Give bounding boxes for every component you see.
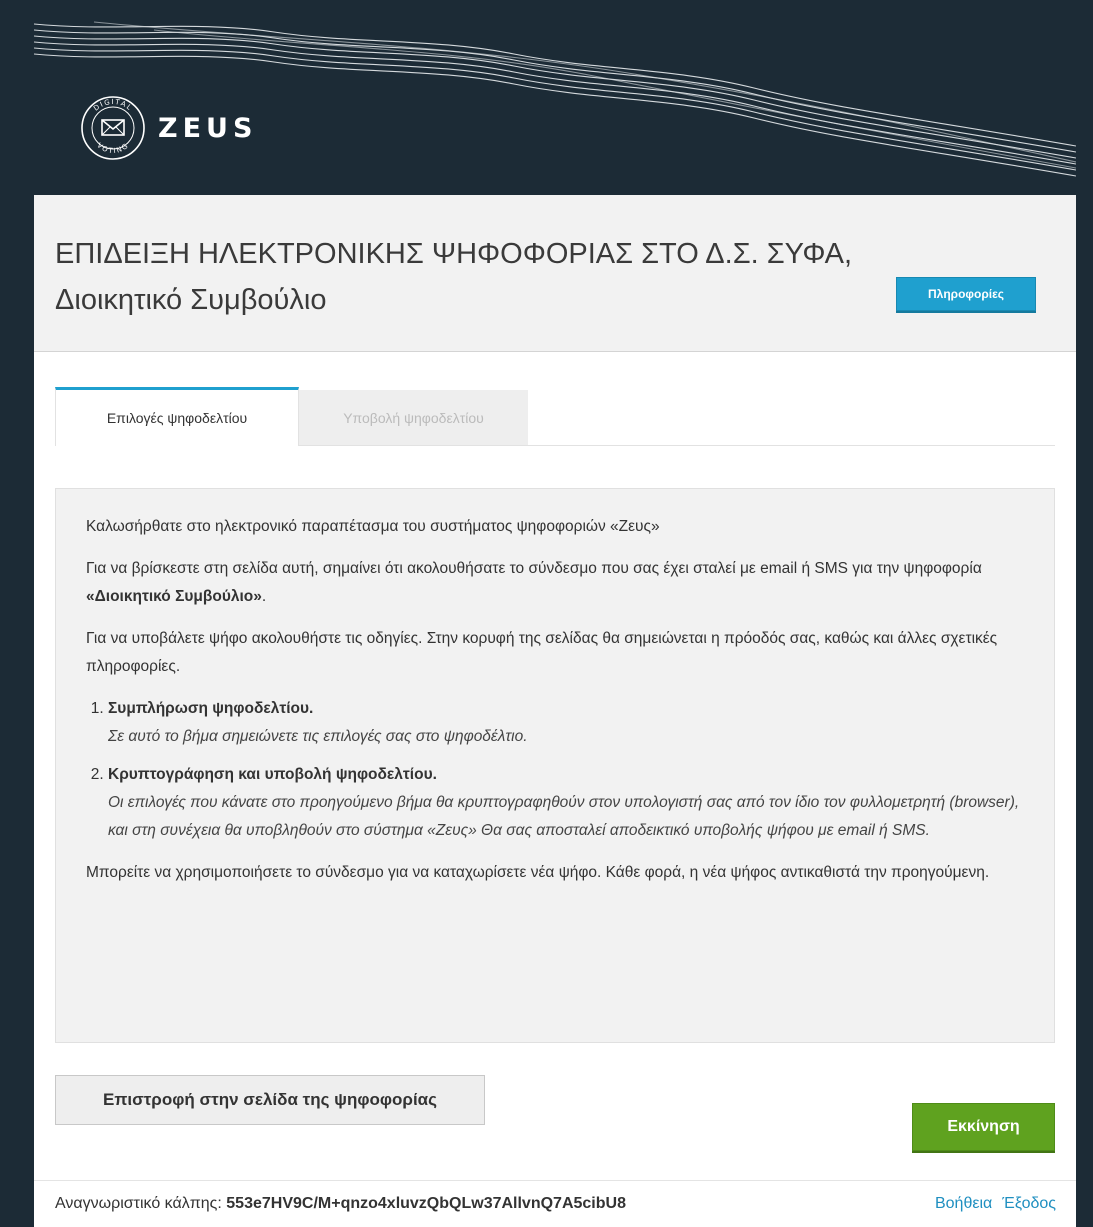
ballot-box-id: Αναγνωριστικό κάλπης: 553e7HV9C/M+qnzo4x… xyxy=(55,1195,626,1213)
zeus-logo[interactable]: DIGITAL VOTING ZEUS xyxy=(80,95,257,161)
svg-text:VOTING: VOTING xyxy=(95,141,130,155)
start-button[interactable]: Εκκίνηση xyxy=(912,1103,1055,1151)
back-to-election-button[interactable]: Επιστροφή στην σελίδα της ψηφοφορίας xyxy=(55,1075,485,1125)
election-name: «Διοικητικό Συμβούλιο» xyxy=(86,588,262,605)
steps-list: Συμπλήρωση ψηφοδελτίου. Σε αυτό το βήμα … xyxy=(86,695,1024,845)
app-frame: DIGITAL VOTING ZEUS ΕΠΙΔΕΙΞΗ ΗΛΕΚΤΡΟΝΙΚΗ… xyxy=(34,18,1076,1227)
list-item: Κρυπτογράφηση και υποβολή ψηφοδελτίου. Ο… xyxy=(108,761,1024,845)
step-title: Κρυπτογράφηση και υποβολή ψηφοδελτίου. xyxy=(108,766,437,783)
instructions-text: Για να υποβάλετε ψήφο ακολουθήστε τις οδ… xyxy=(86,630,998,675)
election-title-bar: ΕΠΙΔΕΙΞΗ ΗΛΕΚΤΡΟΝΙΚΗΣ ΨΗΦΟΦΟΡΙΑΣ ΣΤΟ Δ.Σ… xyxy=(34,195,1076,352)
tab-ballot-submit: Υποβολή ψηφοδελτίου xyxy=(299,390,528,445)
step-description: Σε αυτό το βήμα σημειώνετε τις επιλογές … xyxy=(108,728,528,745)
footer-links: Βοήθεια Έξοδος xyxy=(925,1195,1056,1213)
step-description: Οι επιλογές που κάνατε στο προηγούμενο β… xyxy=(108,794,1020,839)
welcome-text: Καλωσήρθατε στο ηλεκτρονικό παραπέτασμα … xyxy=(86,518,660,535)
ballot-box-id-value: 553e7HV9C/M+qnzo4xluvzQbQLw37AllvnQ7A5ci… xyxy=(226,1195,626,1212)
site-header: DIGITAL VOTING ZEUS xyxy=(34,18,1076,195)
help-link[interactable]: Βοήθεια xyxy=(935,1195,992,1212)
logo-wordmark: ZEUS xyxy=(158,112,258,144)
info-button[interactable]: Πληροφορίες xyxy=(896,277,1036,311)
election-title: ΕΠΙΔΕΙΞΗ ΗΛΕΚΤΡΟΝΙΚΗΣ ΨΗΦΟΦΟΡΙΑΣ ΣΤΟ Δ.Σ… xyxy=(55,238,853,316)
revote-note: Μπορείτε να χρησιμοποιήσετε το σύνδεσμο … xyxy=(86,864,990,881)
footer: Αναγνωριστικό κάλπης: 553e7HV9C/M+qnzo4x… xyxy=(34,1180,1076,1227)
instructions-panel: Καλωσήρθατε στο ηλεκτρονικό παραπέτασμα … xyxy=(55,488,1055,1043)
step-title: Συμπλήρωση ψηφοδελτίου. xyxy=(108,700,314,717)
digital-voting-seal-icon: DIGITAL VOTING xyxy=(81,96,145,160)
link-explanation: Για να βρίσκεστε στη σελίδα αυτή, σημαίν… xyxy=(86,560,982,605)
tab-ballot-choices[interactable]: Επιλογές ψηφοδελτίου xyxy=(55,387,299,446)
ballot-box-id-label: Αναγνωριστικό κάλπης: xyxy=(55,1195,222,1212)
logout-link[interactable]: Έξοδος xyxy=(1002,1195,1056,1212)
ballot-tabs: Επιλογές ψηφοδελτίου Υποβολή ψηφοδελτίου xyxy=(55,387,1055,446)
list-item: Συμπλήρωση ψηφοδελτίου. Σε αυτό το βήμα … xyxy=(108,695,1024,751)
